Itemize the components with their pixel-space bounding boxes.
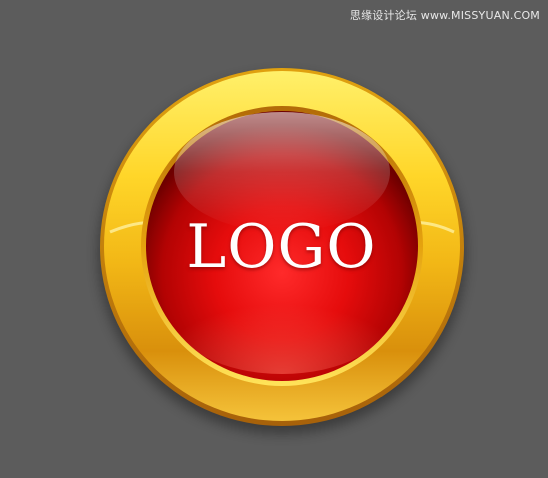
logo-text: LOGO — [186, 212, 377, 282]
